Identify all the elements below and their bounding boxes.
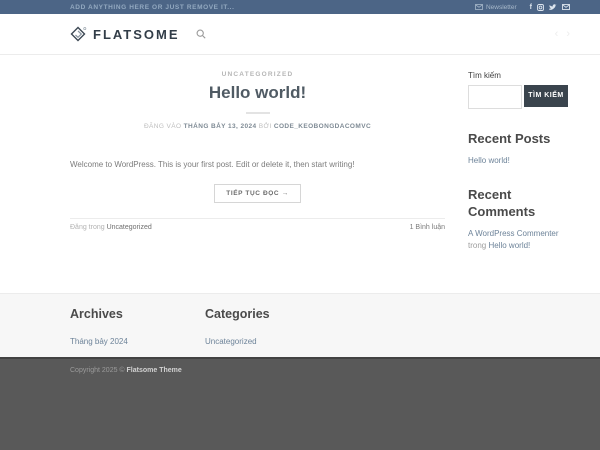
posted-in-label: Đăng trong [70,224,105,231]
search-submit-button[interactable]: TÌM KIẾM [524,85,568,107]
flatsome-logo-icon [70,26,87,43]
archives-title: Archives [70,307,205,321]
read-more-button[interactable]: TIẾP TỤC ĐỌC → [214,184,300,203]
copyright-text: Copyright 2025 © [70,367,125,374]
archives-widget: Archives Tháng bảy 2024 [70,307,205,357]
post-footer: Đăng trong Uncategorized 1 Bình luận [70,218,445,231]
posted-in-category-link[interactable]: Uncategorized [107,224,152,231]
page: ADD ANYTHING HERE OR JUST REMOVE IT... N… [0,0,600,450]
recent-posts-title: Recent Posts [468,131,568,147]
content-area: UNCATEGORIZED Hello world! ĐĂNG VÀO THÁN… [0,55,600,293]
comment-post-link[interactable]: Hello world! [488,241,530,250]
twitter-icon[interactable] [549,4,557,11]
topbar-inner: ADD ANYTHING HERE OR JUST REMOVE IT... N… [70,4,570,11]
post-title[interactable]: Hello world! [70,83,445,103]
comment-connector: trong [468,241,486,250]
posted-in: Đăng trong Uncategorized [70,224,152,231]
facebook-icon[interactable]: f [530,4,532,11]
chevron-right-icon[interactable]: › [566,28,570,40]
site-header: FLATSOME ‹ › [0,14,600,55]
header-inner: FLATSOME ‹ › [70,26,570,43]
search-form: TÌM KIẾM [468,85,568,109]
recent-post-item: Hello world! [468,155,568,167]
categories-widget: Categories Uncategorized [205,307,340,357]
topbar: ADD ANYTHING HERE OR JUST REMOVE IT... N… [0,0,600,14]
email-icon[interactable] [562,4,570,10]
comments-link[interactable]: 1 Bình luận [410,224,445,231]
recent-comment-item: A WordPress Commenter trong Hello world! [468,228,568,252]
category-link[interactable]: Uncategorized [205,337,257,346]
meta-author-link[interactable]: CODE_KEOBONGDACOMVC [274,123,371,130]
topbar-message: ADD ANYTHING HERE OR JUST REMOVE IT... [70,4,235,11]
recent-comments-title: Recent Comments [468,187,568,220]
social-icons: f [530,4,570,11]
site-footer: Copyright 2025 © Flatsome Theme [0,357,600,450]
recent-post-link[interactable]: Hello world! [468,156,510,165]
read-more-row: TIẾP TỤC ĐỌC → [70,182,445,203]
site-logo[interactable]: FLATSOME [70,26,180,43]
meta-prefix: ĐĂNG VÀO [144,123,182,130]
search-input[interactable] [468,85,522,109]
meta-date-link[interactable]: THÁNG BẢY 13, 2024 [184,123,257,130]
header-right: ‹ › [555,28,570,40]
logo-text: FLATSOME [93,27,180,42]
copyright-brand: Flatsome Theme [127,367,182,374]
envelope-icon [475,4,483,10]
search-icon[interactable] [196,29,206,39]
post-category-label[interactable]: UNCATEGORIZED [70,71,445,78]
archive-month-link[interactable]: Tháng bảy 2024 [70,337,128,346]
search-widget-label: Tìm kiếm [468,71,568,80]
post-article: UNCATEGORIZED Hello world! ĐĂNG VÀO THÁN… [70,71,445,293]
instagram-icon[interactable] [537,4,544,11]
chevron-left-icon[interactable]: ‹ [555,28,559,40]
sidebar: Tìm kiếm TÌM KIẾM Recent Posts Hello wor… [468,71,568,293]
title-divider [246,112,270,114]
comment-author-link[interactable]: A WordPress Commenter [468,229,559,238]
categories-title: Categories [205,307,340,321]
meta-by: BỞI [259,123,272,130]
newsletter-label: Newsletter [486,4,517,11]
post-excerpt: Welcome to WordPress. This is your first… [70,159,445,171]
post-meta: ĐĂNG VÀO THÁNG BẢY 13, 2024 BỞI CODE_KEO… [70,123,445,130]
newsletter-link[interactable]: Newsletter [475,4,517,11]
bottom-widgets: Archives Tháng bảy 2024 Categories Uncat… [0,293,600,357]
topbar-right: Newsletter f [475,4,570,11]
